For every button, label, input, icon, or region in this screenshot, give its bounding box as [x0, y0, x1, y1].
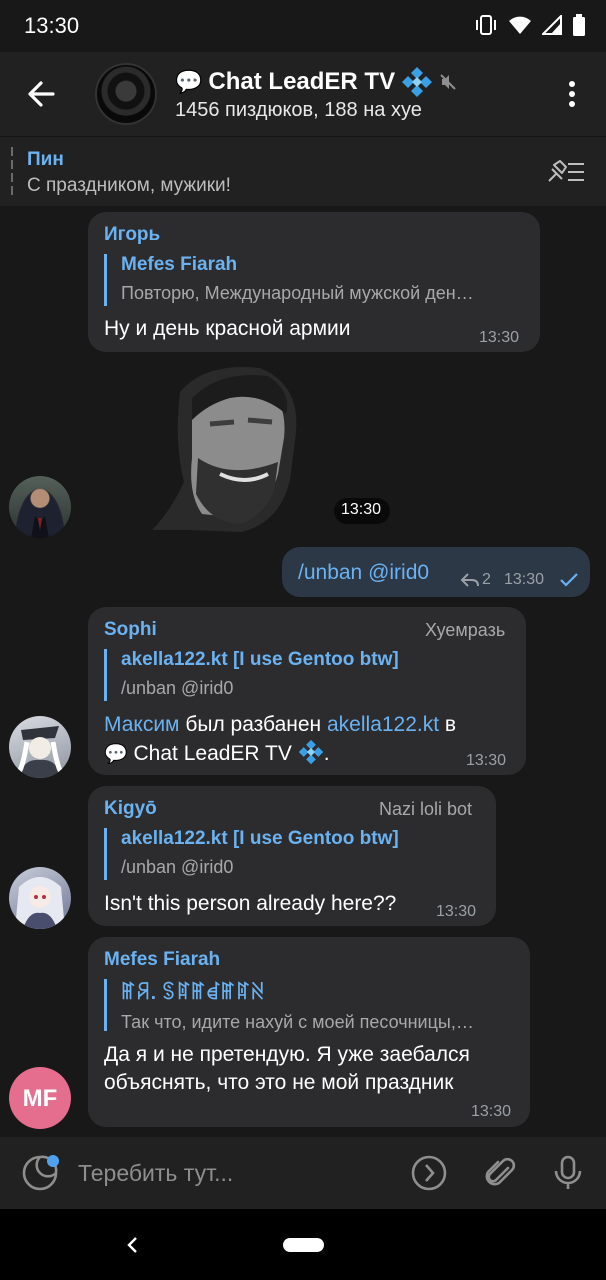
diamond-icon	[402, 67, 433, 97]
chat-title[interactable]: 💬 Chat LeadER TV	[175, 66, 457, 98]
vibrate-icon	[476, 15, 496, 35]
sticker-time: 13:30	[334, 498, 390, 524]
message-bubble[interactable]: Sophi Хуемразь akella122.kt [I use Gento…	[88, 607, 526, 775]
status-bar: 13:30	[0, 0, 606, 52]
check-icon	[560, 573, 578, 587]
message-sender[interactable]: Sophi	[104, 619, 157, 641]
message-sender[interactable]: Kigyō	[104, 798, 157, 820]
system-navigation-bar	[0, 1209, 606, 1280]
chat-title-text: Chat LeadER TV	[208, 68, 396, 95]
avatar[interactable]	[9, 867, 71, 929]
admin-badge: Хуемразь	[425, 620, 506, 640]
message-text: Да я и не претендую. Я уже заебался объя…	[104, 1043, 470, 1094]
message-bubble[interactable]: Игорь Mefes Fiarah Повторю, Международны…	[88, 212, 540, 352]
status-time: 13:30	[24, 13, 80, 38]
status-icons	[474, 14, 586, 36]
message-time: 13:30	[479, 329, 520, 346]
nav-back-icon[interactable]	[124, 1235, 140, 1255]
speech-bubble-icon: 💬	[104, 744, 128, 765]
back-arrow-icon[interactable]	[22, 74, 62, 114]
reply-sender: akella122.kt [I use Gentoo btw]	[121, 828, 399, 849]
message-text: Ну и день красной армии	[104, 317, 351, 340]
sticker[interactable]	[150, 362, 306, 534]
battery-icon	[573, 14, 585, 36]
reply-sender: Mefes Fiarah	[121, 254, 238, 275]
microphone-icon[interactable]	[551, 1154, 585, 1192]
speech-bubble-icon: 💬	[175, 69, 203, 94]
signal-icon	[542, 15, 562, 35]
pinned-message[interactable]: Пин С праздником, мужики!	[0, 136, 606, 206]
reply-sender: akella122.kt [I use Gentoo btw]	[121, 649, 399, 670]
message-time: 13:30	[436, 903, 477, 920]
chat-subtitle: 1456 пиздюков, 188 на хуе	[175, 99, 422, 121]
avatar[interactable]	[9, 476, 71, 538]
pinned-title: Пин	[27, 149, 64, 170]
sticker-emoji-icon[interactable]	[21, 1154, 59, 1192]
reply-sender: ꂵꋪ. ꌗꍏꂵꀸꂵꍏꋊ	[121, 983, 266, 1004]
outgoing-message-bubble[interactable]: /unban @irid0 2 13:30	[282, 547, 590, 597]
message-text: Isn't this person already here??	[104, 892, 397, 915]
message-time: 13:30	[466, 752, 507, 769]
wifi-icon	[509, 16, 531, 34]
avatar-figure	[15, 877, 65, 929]
message-sender[interactable]: Mefes Fiarah	[104, 949, 220, 971]
attach-icon[interactable]	[481, 1154, 519, 1192]
user-link[interactable]: Максим	[104, 713, 180, 736]
command-link[interactable]: /unban @irid0	[298, 561, 429, 584]
avatar[interactable]	[9, 716, 71, 778]
user-link[interactable]: akella122.kt	[327, 713, 439, 736]
message-time: 13:30	[504, 571, 545, 588]
bot-commands-icon[interactable]	[410, 1154, 448, 1192]
message-bubble[interactable]: Mefes Fiarah ꂵꋪ. ꌗꍏꂵꀸꂵꍏꋊ Так что, идите …	[88, 937, 530, 1127]
reply-text: Повторю, Международный мужской ден…	[121, 283, 474, 303]
reply-count: 2	[482, 571, 491, 588]
chat-avatar[interactable]	[95, 63, 157, 125]
pinned-list-icon[interactable]	[546, 159, 586, 185]
chad-sticker-image	[152, 367, 297, 532]
reply-text: /unban @irid0	[121, 678, 234, 698]
more-vertical-icon[interactable]	[562, 80, 582, 108]
message-input[interactable]: Теребить тут...	[78, 1160, 233, 1187]
message-text: Максим был разбанен akella122.kt в 💬 Cha…	[104, 713, 457, 765]
reply-count-icon	[460, 573, 479, 587]
bot-badge: Nazi loli bot	[379, 799, 473, 819]
pinned-text: С праздником, мужики!	[27, 175, 231, 196]
avatar-initials: MF	[22, 1085, 58, 1112]
reply-quote[interactable]: akella122.kt [I use Gentoo btw] /unban @…	[104, 649, 504, 701]
message-sender[interactable]: Игорь	[104, 224, 160, 246]
diamond-icon	[298, 739, 323, 765]
message-input-bar: Теребить тут...	[0, 1137, 606, 1209]
nav-home-pill[interactable]	[283, 1238, 324, 1252]
pinned-indicator	[11, 147, 13, 195]
reply-quote[interactable]: ꂵꋪ. ꌗꍏꂵꀸꂵꍏꋊ Так что, идите нахуй с моей …	[104, 979, 520, 1032]
muted-icon	[440, 74, 456, 90]
chat-header: 💬 Chat LeadER TV 1456 пиздюков, 188 на х…	[0, 52, 606, 136]
message-text: /unban @irid0	[298, 559, 429, 587]
message-time: 13:30	[471, 1103, 512, 1120]
avatar[interactable]: MF	[9, 1067, 71, 1129]
message-bubble[interactable]: Kigyō Nazi loli bot akella122.kt [I use …	[88, 786, 496, 926]
avatar-figure	[16, 726, 64, 778]
reply-quote[interactable]: akella122.kt [I use Gentoo btw] /unban @…	[104, 828, 484, 880]
reply-text: /unban @irid0	[121, 857, 234, 877]
reply-quote[interactable]: Mefes Fiarah Повторю, Международный мужс…	[104, 254, 528, 306]
reply-text: Так что, идите нахуй с моей песочницы,…	[121, 1012, 474, 1032]
avatar-figure	[31, 516, 49, 538]
